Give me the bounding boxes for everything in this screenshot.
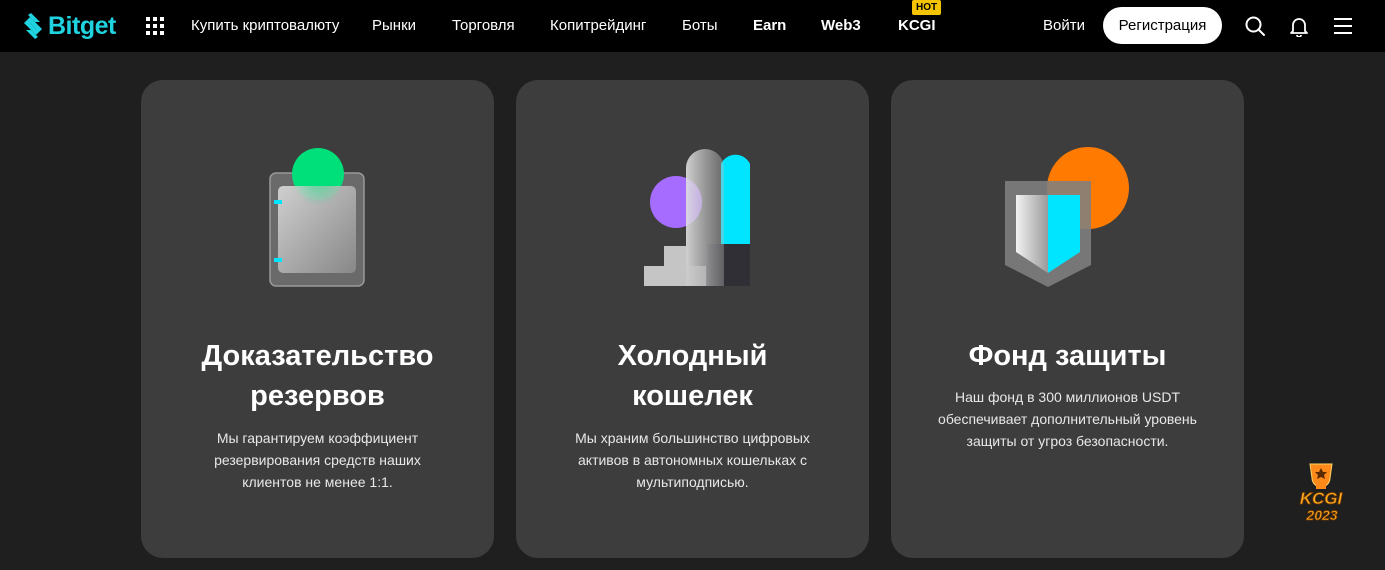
card-desc-line: резервирования средств наших: [214, 452, 421, 468]
cold-wallet-illustration: [644, 149, 750, 286]
card-title: Холодный кошелек: [536, 336, 849, 416]
card-desc-line: Наш фонд в 300 миллионов USDT: [954, 389, 1181, 405]
login-link[interactable]: Войти: [1043, 17, 1085, 35]
card-title-line: резервов: [250, 380, 385, 412]
search-icon[interactable]: [1244, 15, 1266, 37]
card-description: Наш фонд в 300 миллионов USDT обеспечива…: [927, 386, 1208, 452]
nav-item-copytrading[interactable]: Копитрейдинг: [550, 17, 646, 35]
card-desc-line: защиты от угроз безопасности.: [966, 433, 1169, 449]
card-title-line: Фонд защиты: [968, 340, 1167, 372]
nav-item-buy-crypto[interactable]: Купить криптовалюту: [191, 17, 339, 35]
card-desc-line: Мы храним большинство цифровых: [575, 430, 810, 446]
nav-item-trade[interactable]: Торговля: [452, 17, 515, 35]
card-desc-line: Мы гарантируем коэффициент: [216, 430, 419, 446]
top-navbar: Bitget Купить криптовалюту Рынки Торговл…: [0, 0, 1385, 52]
kcgi-trophy-badge[interactable]: KCGI 2023: [1282, 460, 1360, 524]
nav-item-web3[interactable]: Web3: [821, 17, 861, 35]
nav-item-markets[interactable]: Рынки: [372, 17, 416, 35]
proof-of-reserves-illustration: [269, 148, 365, 287]
card-cold-wallet: Холодный кошелек Мы храним большинство ц…: [516, 80, 869, 558]
card-desc-line: клиентов не менее 1:1.: [242, 474, 393, 490]
card-title: Фонд защиты: [911, 336, 1224, 376]
card-desc-line: активов в автономных кошельках с: [578, 452, 807, 468]
protection-fund-illustration: [1005, 147, 1129, 287]
card-proof-of-reserves: Доказательство резервов Мы гарантируем к…: [141, 80, 494, 558]
logo-text: Bitget: [48, 11, 116, 40]
card-desc-line: мультиподписью.: [636, 474, 749, 490]
card-title-line: Доказательство: [201, 340, 434, 372]
bitget-logo-icon: [24, 13, 42, 39]
nav-item-kcgi[interactable]: KCGI: [898, 17, 936, 35]
kcgi-badge-line2: 2023: [1305, 507, 1337, 523]
bitget-logo[interactable]: Bitget: [22, 10, 116, 42]
card-description: Мы гарантируем коэффициент резервировани…: [191, 427, 444, 493]
apps-grid-icon[interactable]: [146, 17, 164, 35]
menu-icon[interactable]: [1332, 15, 1354, 37]
nav-item-bots[interactable]: Боты: [682, 17, 718, 35]
register-button[interactable]: Регистрация: [1103, 7, 1222, 44]
card-description: Мы храним большинство цифровых активов в…: [566, 427, 819, 493]
hot-badge: HOT: [912, 0, 942, 15]
card-title-line: кошелек: [632, 380, 753, 412]
bell-icon[interactable]: [1288, 15, 1310, 37]
card-title: Доказательство резервов: [161, 336, 474, 416]
card-desc-line: обеспечивает дополнительный уровень: [938, 411, 1197, 427]
card-protection-fund: Фонд защиты Наш фонд в 300 миллионов USD…: [891, 80, 1244, 558]
kcgi-badge-line1: KCGI: [1300, 489, 1344, 508]
nav-item-earn[interactable]: Earn: [753, 17, 786, 35]
card-title-line: Холодный: [617, 340, 768, 372]
